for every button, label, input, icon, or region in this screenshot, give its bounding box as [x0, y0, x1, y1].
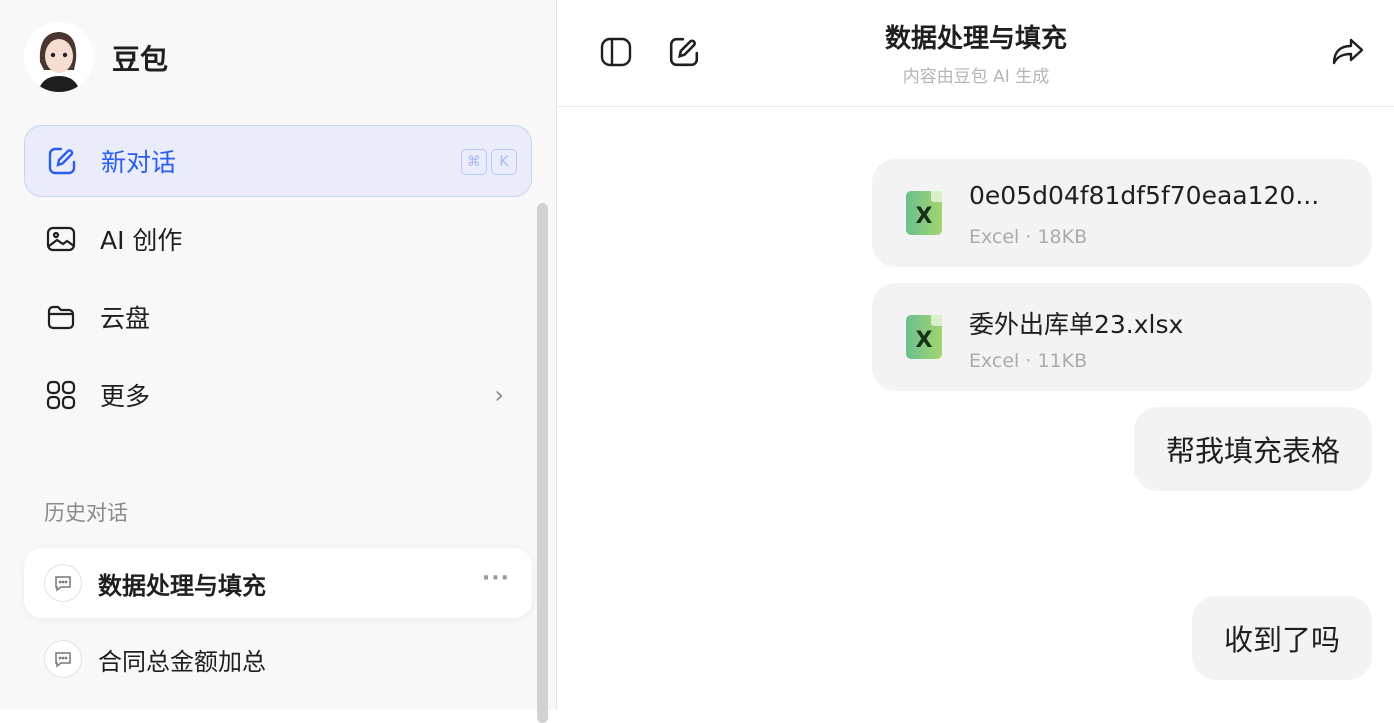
history-item[interactable]: 合同总金额加总 — [24, 624, 532, 694]
excel-file-icon: X — [906, 315, 942, 359]
chat-header: 数据处理与填充 内容由豆包 AI 生成 — [558, 0, 1394, 107]
shortcut-hint: ⌘ K — [461, 149, 517, 175]
folder-icon — [44, 300, 78, 334]
avatar[interactable] — [24, 22, 94, 92]
new-chat-label: 新对话 — [101, 148, 177, 177]
sidebar-item-label: 更多 — [100, 382, 151, 411]
history-item-label: 合同总金额加总 — [98, 647, 266, 676]
history-heading: 历史对话 — [44, 501, 128, 525]
sidebar-item-more[interactable]: 更多 › — [24, 359, 532, 431]
user-message: 收到了吗 — [1191, 596, 1372, 680]
sidebar-item-ai-create[interactable]: AI 创作 — [24, 203, 532, 275]
file-name: 0e05d04f81df5f70eaa120... — [969, 181, 1320, 210]
sidebar-item-label: 云盘 — [100, 304, 151, 333]
grid-icon — [44, 378, 78, 412]
k-key: K — [491, 149, 517, 175]
history-item[interactable]: 数据处理与填充 ··· — [24, 548, 532, 618]
new-chat-button[interactable]: 新对话 ⌘ K — [24, 125, 532, 197]
cmd-key: ⌘ — [461, 149, 487, 175]
sidebar-scrollbar[interactable] — [537, 203, 548, 723]
chat-bubble-icon — [44, 640, 82, 678]
sidebar-item-label: AI 创作 — [100, 226, 183, 255]
chat-bubble-icon — [44, 564, 82, 602]
sidebar: 豆包 新对话 ⌘ K AI 创作 云盘 更多 › 历史对话 数据处理与填充 ···… — [0, 0, 557, 723]
edit-icon — [45, 144, 79, 178]
more-options-icon[interactable]: ··· — [482, 566, 510, 591]
file-attachment[interactable]: X 委外出库单23.xlsx Excel · 11KB — [872, 283, 1372, 391]
file-meta: Excel · 18KB — [969, 226, 1088, 248]
avatar-image-icon — [38, 32, 80, 92]
user-message: 帮我填充表格 — [1133, 407, 1372, 491]
history-item-label: 数据处理与填充 — [98, 571, 266, 600]
chevron-right-icon: › — [494, 381, 504, 409]
share-icon — [1332, 38, 1364, 65]
brand-name: 豆包 — [112, 43, 169, 76]
file-attachment[interactable]: X 0e05d04f81df5f70eaa120... Excel · 18KB — [872, 159, 1372, 267]
image-icon — [44, 222, 78, 256]
sidebar-item-cloud-drive[interactable]: 云盘 — [24, 281, 532, 353]
file-meta: Excel · 11KB — [969, 350, 1088, 372]
page-subtitle: 内容由豆包 AI 生成 — [902, 67, 1050, 87]
excel-file-icon: X — [906, 191, 942, 235]
page-title: 数据处理与填充 — [884, 24, 1067, 54]
share-button[interactable] — [1330, 34, 1366, 70]
file-name: 委外出库单23.xlsx — [969, 310, 1184, 339]
